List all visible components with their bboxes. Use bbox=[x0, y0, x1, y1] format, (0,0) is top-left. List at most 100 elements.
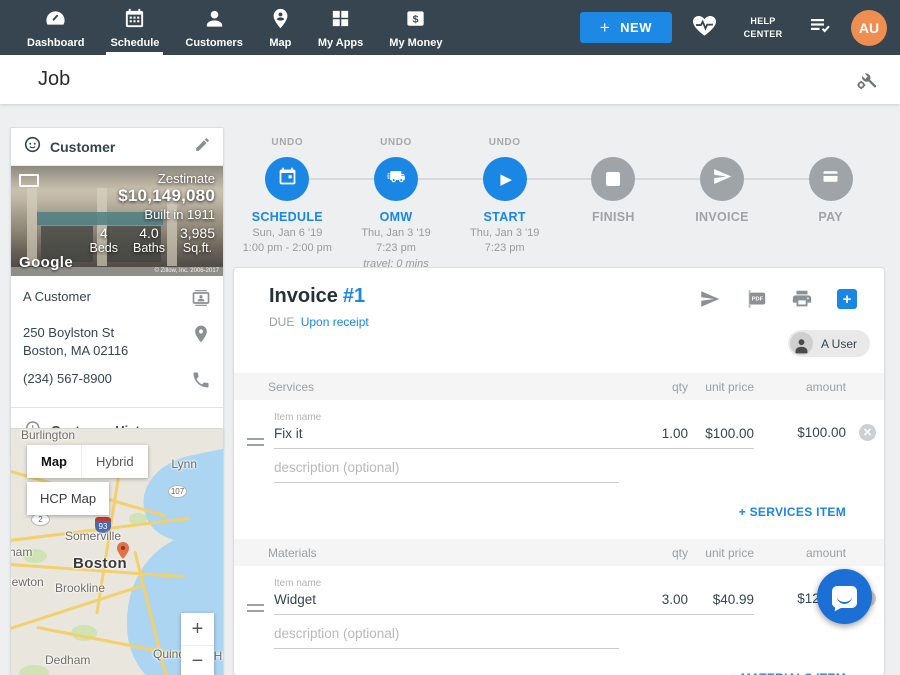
due-value-link[interactable]: Upon receipt bbox=[301, 315, 369, 329]
travel-time: travel: 0 mins bbox=[342, 257, 451, 272]
unit-price-column-header: unit price bbox=[688, 380, 754, 394]
drag-handle-icon[interactable] bbox=[247, 604, 264, 612]
location-pin-icon[interactable] bbox=[191, 324, 211, 349]
invoice-step-circle[interactable] bbox=[700, 157, 744, 201]
money-dollar-icon: $ bbox=[404, 7, 427, 33]
nav-items: Dashboard Schedule Customers Map My Apps… bbox=[0, 0, 455, 55]
nav-item-map[interactable]: Map bbox=[256, 0, 305, 55]
service-unit-price-input[interactable] bbox=[688, 423, 754, 449]
map-label-boston: Boston bbox=[73, 555, 127, 572]
customer-address: 250 Boylston St Boston, MA 02116 bbox=[23, 324, 128, 359]
chat-bubble-icon bbox=[832, 586, 857, 608]
customer-name-row: A Customer bbox=[23, 288, 211, 313]
customer-phone: (234) 567-8900 bbox=[23, 370, 112, 388]
material-qty-input[interactable] bbox=[608, 589, 688, 615]
map-label-newton: Newton bbox=[10, 575, 44, 589]
material-name-input[interactable] bbox=[274, 589, 608, 615]
new-button-label: NEW bbox=[620, 20, 652, 35]
edit-pencil-icon[interactable] bbox=[194, 136, 211, 158]
customer-phone-row: (234) 567-8900 bbox=[23, 370, 211, 395]
service-qty-input[interactable] bbox=[608, 423, 688, 449]
map-person-pin-icon bbox=[269, 7, 292, 33]
omw-step-circle[interactable] bbox=[374, 157, 418, 201]
page-header: Job bbox=[0, 55, 900, 104]
undo-start-link[interactable]: UNDO bbox=[450, 137, 559, 150]
built-year: Built in 1911 bbox=[89, 207, 215, 222]
customer-card: Customer Zestimate $10,149,080 Built in … bbox=[10, 127, 224, 455]
customer-card-title: Customer bbox=[50, 139, 115, 155]
start-step-circle[interactable]: ▶ bbox=[483, 157, 527, 201]
material-description-input[interactable] bbox=[274, 623, 619, 649]
service-name-input[interactable] bbox=[274, 423, 608, 449]
customers-person-icon bbox=[203, 7, 226, 33]
truck-icon bbox=[386, 166, 407, 192]
chat-messenger-button[interactable] bbox=[817, 569, 872, 624]
health-heart-pulse-icon[interactable] bbox=[691, 12, 718, 44]
map-type-map-button[interactable]: Map bbox=[27, 445, 81, 478]
photo-copyright: © Zillow, Inc. 2006-2017 bbox=[155, 268, 219, 274]
add-materials-item-link[interactable]: + MATERIALS ITEM bbox=[730, 671, 846, 675]
undo-schedule-link[interactable]: UNDO bbox=[233, 137, 342, 150]
phone-icon[interactable] bbox=[191, 370, 211, 395]
user-avatar[interactable]: AU bbox=[851, 10, 887, 46]
amount-column-header: amount bbox=[754, 380, 846, 394]
assigned-user-chip[interactable]: A User bbox=[788, 330, 870, 357]
send-invoice-icon[interactable] bbox=[699, 288, 721, 310]
customer-name: A Customer bbox=[23, 288, 91, 306]
nav-item-dashboard[interactable]: Dashboard bbox=[14, 0, 97, 55]
zestimate-value: $10,149,080 bbox=[89, 186, 215, 206]
step-finish: FINISH bbox=[559, 137, 668, 272]
customer-face-icon bbox=[23, 135, 42, 159]
nav-item-label: Map bbox=[269, 37, 291, 49]
app-root: Dashboard Schedule Customers Map My Apps… bbox=[0, 0, 900, 675]
map-zoom-control: + − bbox=[181, 613, 214, 675]
print-icon[interactable] bbox=[791, 288, 813, 310]
new-button[interactable]: + NEW bbox=[580, 12, 672, 43]
activity-feed-check-icon[interactable] bbox=[808, 13, 832, 42]
job-settings-wrench-gear-icon[interactable] bbox=[854, 68, 878, 92]
help-center-link[interactable]: HELP CENTER bbox=[737, 15, 789, 39]
step-invoice: INVOICE bbox=[668, 137, 777, 272]
map-type-hybrid-button[interactable]: Hybrid bbox=[81, 445, 148, 478]
credit-card-icon bbox=[820, 166, 841, 192]
google-watermark: Google bbox=[19, 254, 73, 271]
stat-beds: 4 Beds bbox=[89, 225, 118, 255]
add-materials-row: + MATERIALS ITEM bbox=[234, 649, 884, 675]
nav-item-schedule[interactable]: Schedule bbox=[97, 0, 172, 55]
zestimate-label: Zestimate bbox=[89, 171, 215, 186]
nav-item-my-apps[interactable]: My Apps bbox=[305, 0, 376, 55]
material-unit-price-input[interactable] bbox=[688, 589, 754, 615]
nav-item-label: My Apps bbox=[318, 37, 363, 49]
step-sub: Thu, Jan 3 '19 7:23 pm bbox=[450, 226, 559, 257]
service-description-input[interactable] bbox=[274, 457, 619, 483]
drag-handle-icon[interactable] bbox=[247, 438, 264, 446]
zoom-in-button[interactable]: + bbox=[181, 613, 214, 645]
invoice-number: #1 bbox=[343, 285, 365, 307]
step-sub: Thu, Jan 3 '19 7:23 pm travel: 0 mins bbox=[342, 226, 451, 272]
services-label: Services bbox=[268, 380, 608, 394]
hcp-map-button[interactable]: HCP Map bbox=[27, 482, 109, 515]
property-photo: Zestimate $10,149,080 Built in 1911 4 Be… bbox=[11, 166, 223, 276]
services-item-row: Item name $100.00 ✕ bbox=[234, 400, 884, 483]
schedule-step-circle[interactable] bbox=[265, 157, 309, 201]
delete-item-icon[interactable]: ✕ bbox=[859, 424, 876, 441]
add-invoice-button[interactable]: + bbox=[837, 289, 857, 309]
nav-item-my-money[interactable]: $ My Money bbox=[376, 0, 455, 55]
step-sub: Sun, Jan 6 '19 1:00 pm - 2:00 pm bbox=[233, 226, 342, 257]
pdf-icon[interactable]: PDF bbox=[745, 288, 767, 310]
streetview-frame-icon[interactable] bbox=[19, 174, 39, 187]
add-services-item-link[interactable]: + SERVICES ITEM bbox=[739, 505, 846, 519]
step-omw: UNDO OMW Thu, Jan 3 '19 7:23 pm travel: … bbox=[342, 137, 451, 272]
undo-omw-link[interactable]: UNDO bbox=[342, 137, 451, 150]
map-label-waltham-partial: ham bbox=[10, 545, 32, 559]
due-label: DUE bbox=[269, 315, 294, 329]
contact-card-icon[interactable] bbox=[191, 288, 211, 313]
step-label: SCHEDULE bbox=[233, 210, 342, 224]
service-amount: $100.00 bbox=[754, 425, 846, 449]
pay-step-circle[interactable] bbox=[809, 157, 853, 201]
services-section-header: Services qty unit price amount bbox=[234, 373, 884, 400]
stat-sqft: 3,985 Sq.ft. bbox=[180, 225, 215, 255]
finish-step-circle[interactable] bbox=[591, 157, 635, 201]
zoom-out-button[interactable]: − bbox=[181, 645, 214, 675]
nav-item-customers[interactable]: Customers bbox=[172, 0, 255, 55]
